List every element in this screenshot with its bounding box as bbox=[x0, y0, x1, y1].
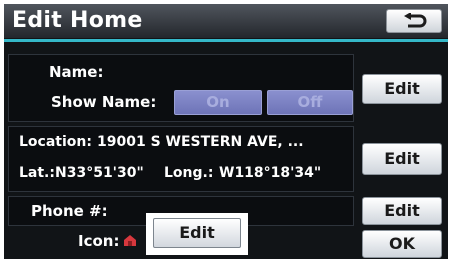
icon-label: Icon: bbox=[78, 232, 120, 250]
home-marker-icon bbox=[124, 235, 136, 246]
longitude-value: W118°18'34" bbox=[219, 165, 322, 181]
icon-edit-highlight: Edit bbox=[146, 213, 248, 255]
show-name-label: Show Name: bbox=[51, 93, 157, 111]
back-button[interactable] bbox=[386, 9, 442, 33]
edit-name-button[interactable]: Edit bbox=[362, 74, 442, 104]
title-accent-line bbox=[4, 39, 448, 42]
edit-icon-button[interactable]: Edit bbox=[153, 218, 241, 248]
latitude-value: N33°51'30" bbox=[55, 165, 144, 181]
back-arrow-icon bbox=[404, 13, 427, 28]
name-label: Name: bbox=[49, 63, 104, 81]
ok-button[interactable]: OK bbox=[362, 230, 442, 258]
location-value: 19001 S WESTERN AVE, ... bbox=[97, 134, 304, 150]
show-name-off-toggle[interactable]: Off bbox=[267, 90, 353, 115]
latitude-label: Lat.: bbox=[19, 165, 55, 181]
edit-location-button[interactable]: Edit bbox=[362, 143, 442, 175]
longitude-label: Long.: bbox=[164, 165, 214, 181]
name-row: Name: Show Name: On Off bbox=[8, 54, 354, 122]
location-label: Location: bbox=[19, 134, 92, 150]
show-name-on-toggle[interactable]: On bbox=[174, 90, 262, 115]
location-row: Location: 19001 S WESTERN AVE, ... Lat.:… bbox=[8, 126, 354, 192]
edit-phone-button[interactable]: Edit bbox=[362, 197, 442, 225]
phone-label: Phone #: bbox=[31, 202, 108, 220]
page-title: Edit Home bbox=[12, 8, 143, 33]
title-bar: Edit Home bbox=[4, 4, 448, 38]
